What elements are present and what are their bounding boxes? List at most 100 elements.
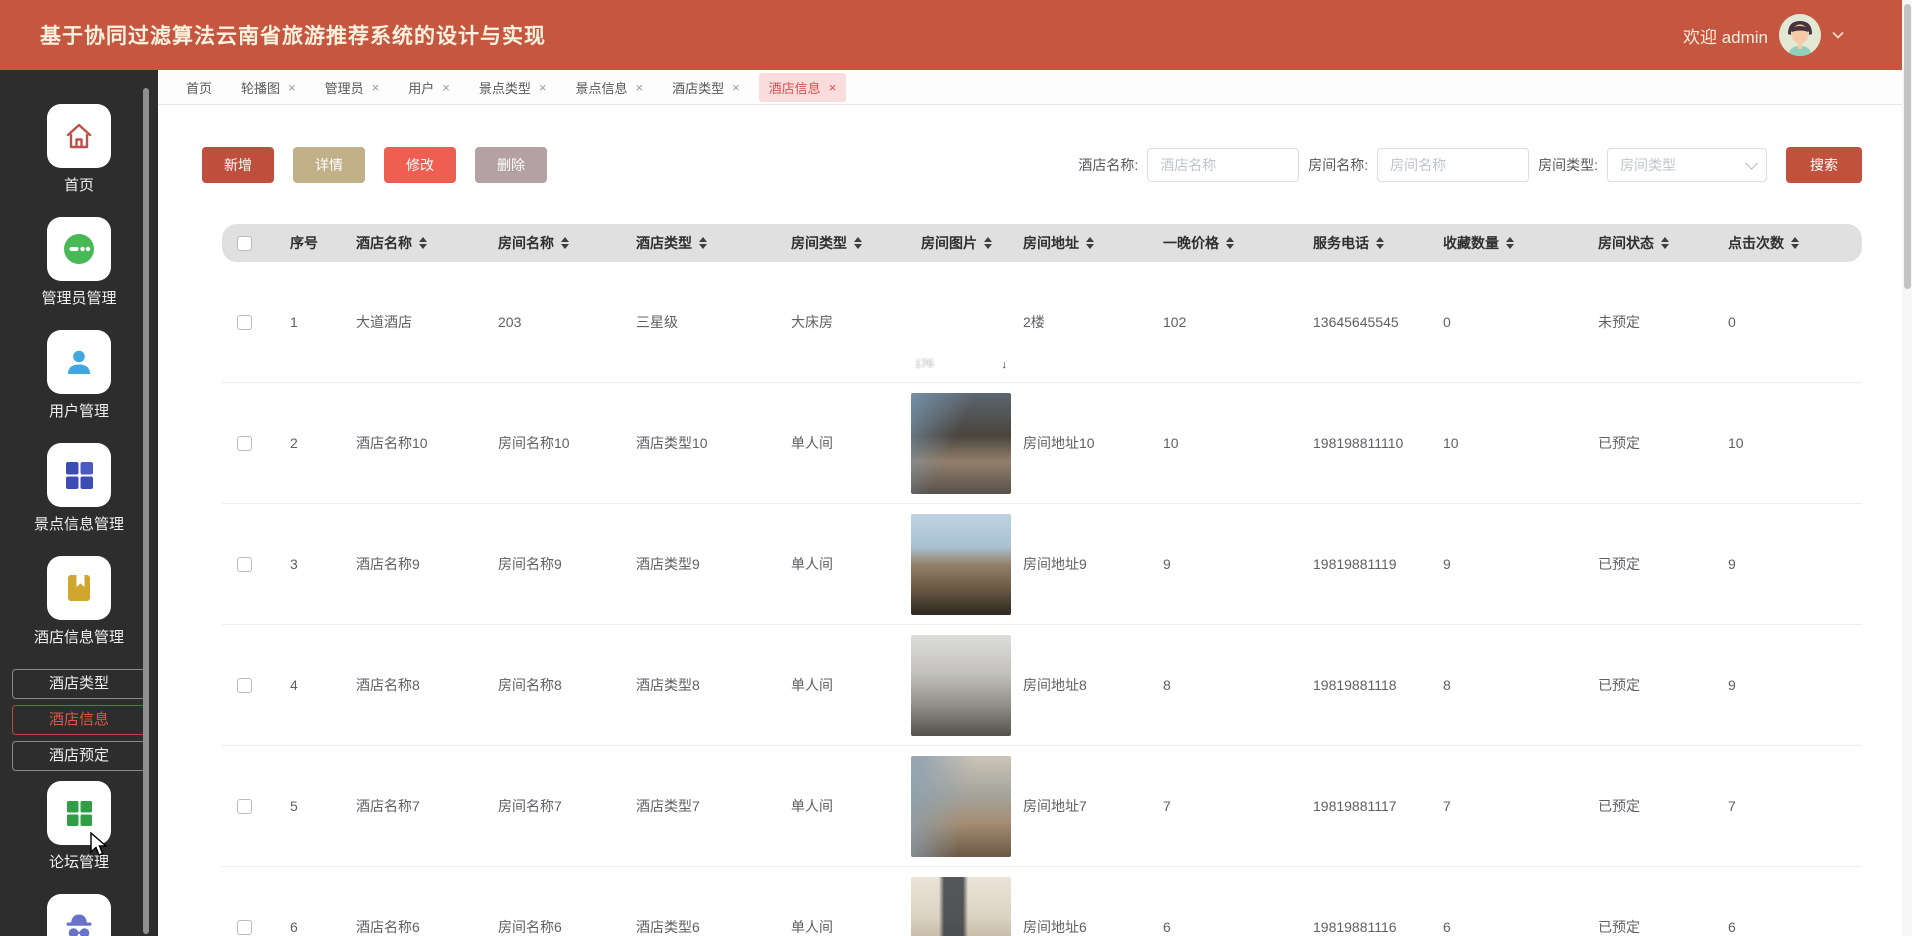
cell-room-status: 已预定 (1588, 796, 1718, 816)
admin-badge-icon (61, 231, 97, 267)
cell-room-address: 房间地址6 (1013, 917, 1153, 936)
submenu-hotel-booking[interactable]: 酒店预定 (12, 741, 146, 771)
cell-price: 8 (1153, 677, 1303, 693)
tab-admin[interactable]: 管理员 (315, 73, 390, 102)
top-header: 基于协同过滤算法云南省旅游推荐系统的设计与实现 欢迎 admin (0, 0, 1912, 70)
room-photo[interactable]: 176 (911, 272, 1011, 373)
col-room-status[interactable]: 房间状态 (1588, 233, 1718, 253)
page-scrollbar[interactable] (1902, 0, 1912, 936)
edit-button[interactable]: 修改 (384, 147, 456, 183)
close-tab-icon[interactable] (442, 81, 450, 94)
col-hotel-type[interactable]: 酒店类型 (626, 233, 781, 253)
submenu-hotel-type[interactable]: 酒店类型 (12, 669, 146, 699)
tab-attraction-info[interactable]: 景点信息 (565, 73, 653, 102)
row-checkbox[interactable] (237, 799, 252, 814)
tab-hotel-type[interactable]: 酒店类型 (662, 73, 750, 102)
tab-hotel-info[interactable]: 酒店信息 (759, 73, 847, 102)
close-tab-icon[interactable] (539, 81, 547, 94)
cell-click-count: 9 (1718, 677, 1862, 693)
cell-no: 3 (266, 556, 346, 572)
tab-attraction-type[interactable]: 景点类型 (469, 73, 557, 102)
user-menu[interactable]: 欢迎 admin (1683, 14, 1844, 56)
delete-button[interactable]: 删除 (475, 147, 547, 183)
cell-room-name: 203 (488, 314, 626, 330)
tab-home[interactable]: 首页 (176, 73, 222, 102)
cell-hotel-type: 酒店类型6 (626, 917, 781, 936)
hotel-submenu: 酒店类型 酒店信息 酒店预定 (12, 669, 146, 771)
submenu-hotel-info[interactable]: 酒店信息 (12, 705, 146, 735)
cell-room-address: 房间地址10 (1013, 433, 1153, 453)
close-tab-icon[interactable] (288, 81, 296, 94)
cell-room-status: 已预定 (1588, 917, 1718, 936)
cell-phone: 198198811110 (1303, 435, 1433, 451)
sidebar-item-bottom[interactable] (0, 894, 158, 936)
cell-no: 5 (266, 798, 346, 814)
room-photo[interactable] (911, 877, 1011, 936)
hotel-name-input[interactable] (1147, 148, 1299, 182)
room-type-select[interactable]: 房间类型 (1607, 148, 1767, 182)
sidebar-scrollbar[interactable] (143, 88, 149, 934)
close-tab-icon[interactable] (635, 81, 643, 94)
sidebar-item-home[interactable]: 首页 (0, 104, 158, 195)
cell-room-image: 176 (911, 272, 1013, 373)
cell-room-type: 单人间 (781, 433, 911, 453)
cell-favorite-count: 0 (1433, 314, 1588, 330)
cell-room-address: 2楼 (1013, 312, 1153, 332)
sort-icon (1086, 237, 1094, 249)
cell-room-name: 房间名称8 (488, 675, 626, 695)
cell-room-status: 未预定 (1588, 312, 1718, 332)
cell-no: 2 (266, 435, 346, 451)
room-photo[interactable] (911, 635, 1011, 736)
col-click-count[interactable]: 点击次数 (1718, 233, 1862, 253)
image-overlay-text: 176 (915, 358, 933, 370)
row-checkbox[interactable] (237, 436, 252, 451)
cell-click-count: 9 (1718, 556, 1862, 572)
row-checkbox[interactable] (237, 315, 252, 330)
sidebar-item-attraction-management[interactable]: 景点信息管理 (0, 443, 158, 534)
cell-room-type: 大床房 (781, 312, 911, 332)
cell-room-type: 单人间 (781, 917, 911, 936)
table-row: 5酒店名称7房间名称7酒店类型7单人间房间地址77198198811177已预定… (222, 746, 1862, 867)
cell-room-type: 单人间 (781, 675, 911, 695)
sidebar-item-user-management[interactable]: 用户管理 (0, 330, 158, 421)
col-price[interactable]: 一晚价格 (1153, 233, 1303, 253)
col-room-address[interactable]: 房间地址 (1013, 233, 1153, 253)
col-hotel-name[interactable]: 酒店名称 (346, 233, 488, 253)
close-tab-icon[interactable] (829, 81, 837, 94)
sidebar-item-forum-management[interactable]: 论坛管理 (0, 781, 158, 872)
room-photo[interactable] (911, 514, 1011, 615)
sidebar-item-admin-management[interactable]: 管理员管理 (0, 217, 158, 308)
row-checkbox[interactable] (237, 920, 252, 935)
cell-favorite-count: 9 (1433, 556, 1588, 572)
room-name-input[interactable] (1377, 148, 1529, 182)
tab-bar: 首页 轮播图 管理员 用户 景点类型 景点信息 酒店类型 酒店信息 (158, 70, 1912, 105)
search-button[interactable]: 搜索 (1786, 147, 1862, 183)
detail-button[interactable]: 详情 (293, 147, 365, 183)
hotel-table: 序号 酒店名称 房间名称 酒店类型 房间类型 房间图片 房间地址 一晚价格 服务… (222, 224, 1862, 936)
col-room-type[interactable]: 房间类型 (781, 233, 911, 253)
close-tab-icon[interactable] (732, 81, 740, 94)
cell-price: 7 (1153, 798, 1303, 814)
add-button[interactable]: 新增 (202, 147, 274, 183)
avatar-image (1779, 14, 1821, 56)
avatar[interactable] (1779, 14, 1821, 56)
scrollbar-thumb[interactable] (1904, 4, 1911, 289)
chevron-down-icon[interactable] (1832, 31, 1844, 39)
cell-phone: 19819881117 (1303, 798, 1433, 814)
page-title: 基于协同过滤算法云南省旅游推荐系统的设计与实现 (40, 20, 546, 50)
tab-user[interactable]: 用户 (398, 73, 460, 102)
col-favorite-count[interactable]: 收藏数量 (1433, 233, 1588, 253)
room-photo[interactable] (911, 393, 1011, 494)
sort-icon (1661, 237, 1669, 249)
select-all-checkbox[interactable] (237, 236, 252, 251)
col-phone[interactable]: 服务电话 (1303, 233, 1433, 253)
sidebar-item-hotel-management[interactable]: 酒店信息管理 (0, 556, 158, 647)
room-photo[interactable] (911, 756, 1011, 857)
row-checkbox[interactable] (237, 557, 252, 572)
row-checkbox[interactable] (237, 678, 252, 693)
col-room-image[interactable]: 房间图片 (911, 233, 1013, 253)
tab-carousel[interactable]: 轮播图 (231, 73, 306, 102)
col-room-name[interactable]: 房间名称 (488, 233, 626, 253)
main-content: 首页 轮播图 管理员 用户 景点类型 景点信息 酒店类型 酒店信息 新增 详情 … (158, 70, 1912, 936)
close-tab-icon[interactable] (372, 81, 380, 94)
